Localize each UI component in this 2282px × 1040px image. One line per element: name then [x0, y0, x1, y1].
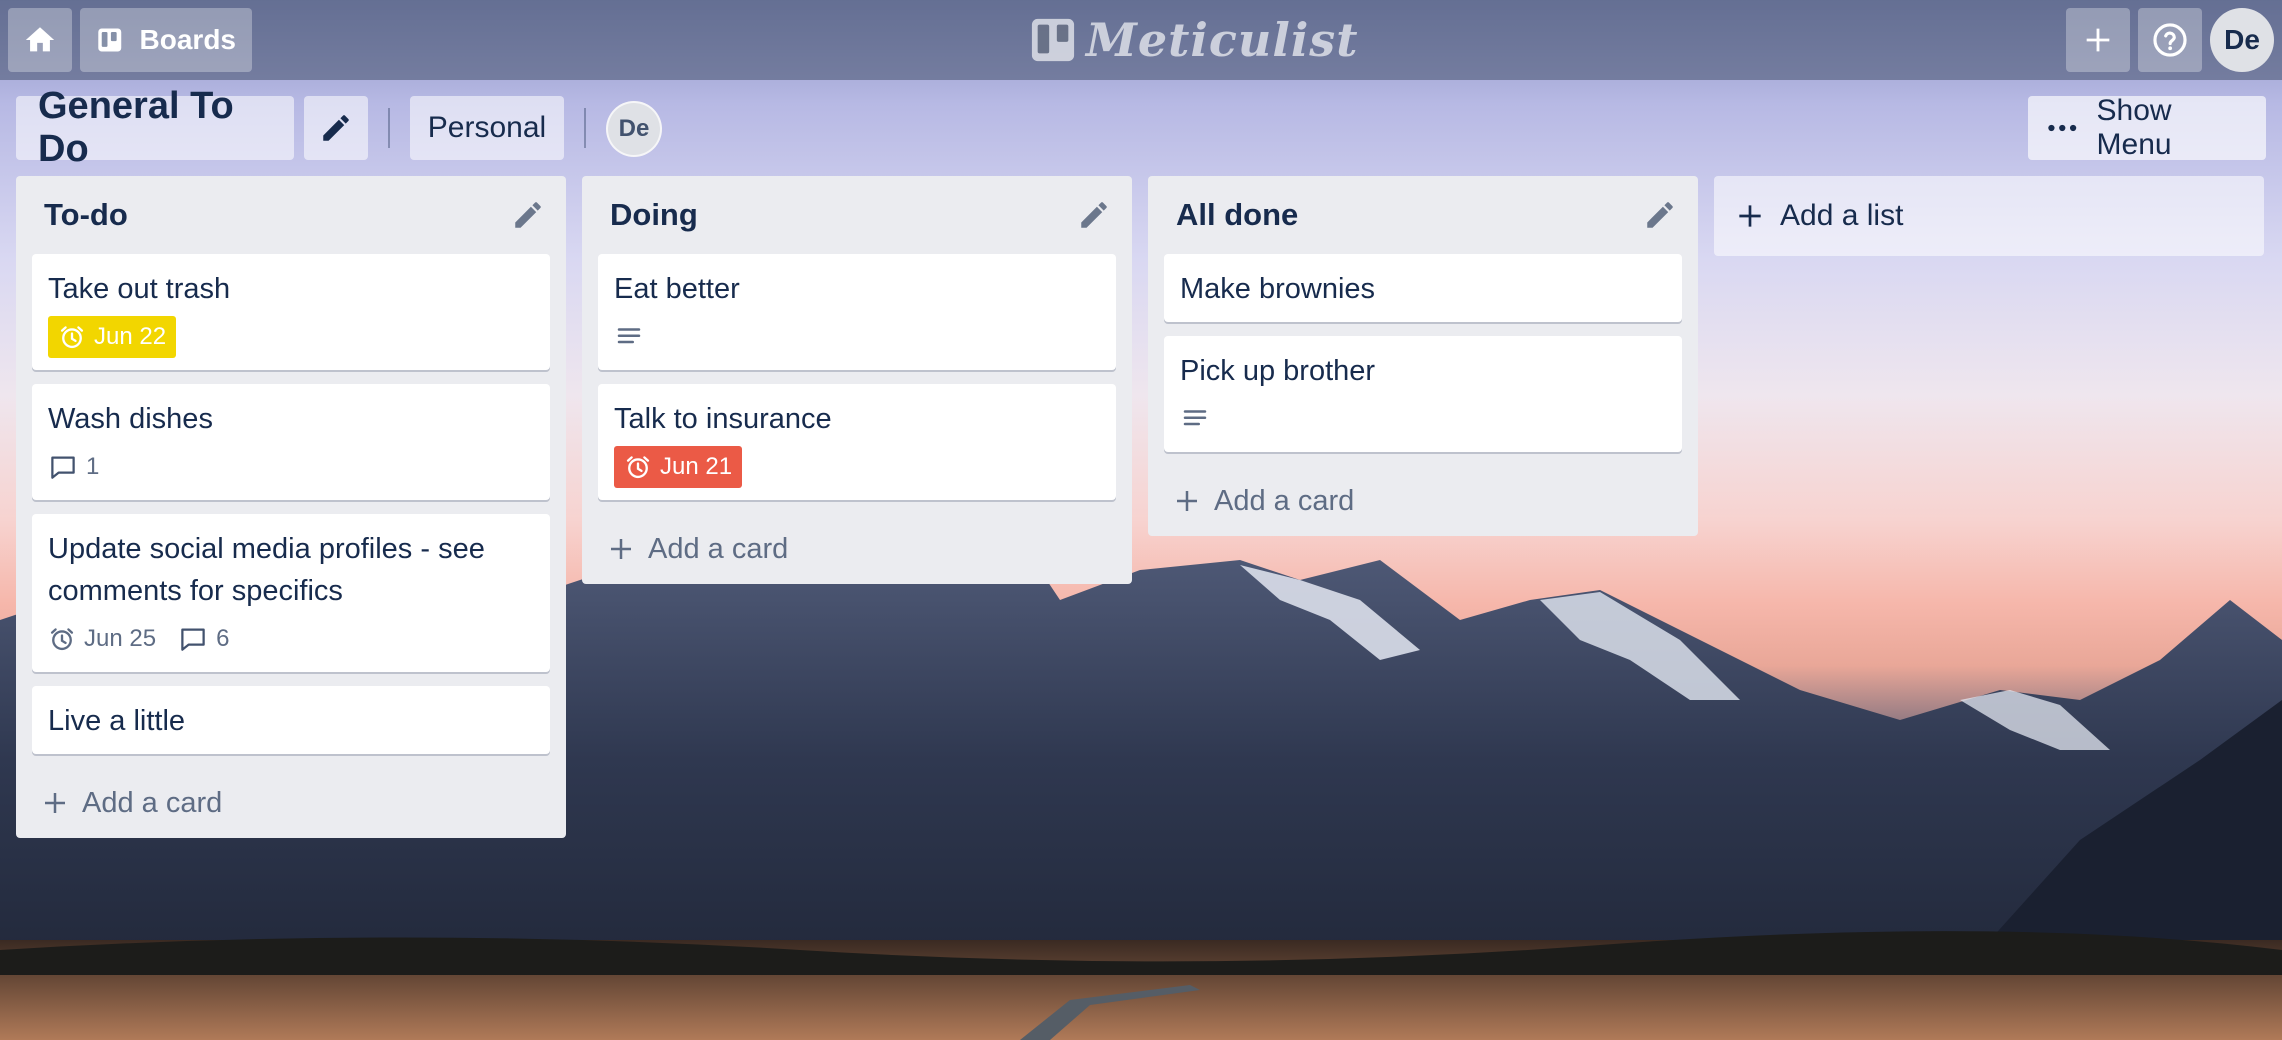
help-icon	[2153, 23, 2187, 57]
add-card-label: Add a card	[82, 786, 223, 819]
clock-icon	[50, 628, 74, 651]
logo-icon	[1031, 18, 1075, 62]
plus-icon	[2086, 28, 2110, 52]
home-button[interactable]	[8, 8, 72, 72]
clock-icon	[626, 456, 650, 479]
show-menu-button[interactable]: Show Menu	[2028, 94, 2266, 161]
due-date-badge[interactable]: Jun 22	[48, 316, 177, 358]
card[interactable]: Talk to insurance Jun 21	[598, 384, 1116, 500]
card-title: Live a little	[48, 705, 186, 737]
comments-badge: 6	[178, 624, 229, 654]
card-title: Pick up brother	[1180, 355, 1376, 387]
plus-icon	[1177, 491, 1197, 511]
due-date-badge[interactable]: Jun 25	[48, 625, 156, 653]
boards-label: Boards	[139, 24, 236, 55]
card[interactable]: Live a little	[32, 686, 550, 754]
comment-icon	[181, 628, 205, 651]
plus-icon	[611, 539, 631, 559]
plus-icon	[1739, 205, 1761, 227]
boards-icon	[98, 28, 122, 52]
home-icon	[25, 27, 55, 52]
due-date-text: Jun 25	[84, 625, 157, 652]
list-all-done: All done Make brownies Pick up brother A…	[1148, 176, 1698, 536]
add-card-button[interactable]: Add a card	[16, 768, 566, 838]
add-card-label: Add a card	[1214, 484, 1355, 517]
card-title: Update social media profiles - see comme…	[48, 533, 485, 607]
more-dots-icon	[2048, 124, 2077, 132]
card[interactable]: Pick up brother	[1164, 336, 1682, 452]
pencil-icon	[1081, 202, 1107, 228]
board-visibility-button[interactable]: Personal	[410, 96, 564, 160]
due-date-badge[interactable]: Jun 21	[614, 446, 743, 488]
logo-text: Meticulist	[1086, 13, 1359, 67]
comment-icon	[51, 456, 75, 479]
card[interactable]: Update social media profiles - see comme…	[32, 514, 550, 672]
due-date-text: Jun 21	[660, 453, 733, 480]
edit-list-button[interactable]	[504, 191, 552, 239]
card-title: Eat better	[614, 273, 740, 305]
card[interactable]: Eat better	[598, 254, 1116, 370]
show-menu-label: Show Menu	[2096, 94, 2172, 161]
comment-count: 6	[216, 625, 230, 652]
card[interactable]: Make brownies	[1164, 254, 1682, 322]
card-title: Wash dishes	[48, 403, 213, 435]
plus-icon	[45, 793, 65, 813]
add-list-button[interactable]: Add a list	[1714, 176, 2264, 256]
header-divider	[584, 108, 586, 148]
add-card-label: Add a card	[648, 532, 789, 565]
description-icon	[617, 328, 641, 344]
card[interactable]: Wash dishes 1	[32, 384, 550, 500]
add-card-button[interactable]: Add a card	[582, 514, 1132, 584]
boards-button[interactable]: Boards	[80, 8, 252, 72]
create-button[interactable]	[2066, 8, 2130, 72]
board-member-avatar[interactable]: De	[606, 101, 662, 157]
help-button[interactable]	[2138, 8, 2202, 72]
comments-badge: 1	[48, 452, 99, 482]
pencil-icon	[515, 202, 541, 228]
user-avatar[interactable]: De	[2210, 8, 2274, 72]
card[interactable]: Take out trash Jun 22	[32, 254, 550, 370]
clock-icon	[60, 326, 84, 349]
edit-list-button[interactable]	[1070, 191, 1118, 239]
list-title[interactable]: Doing	[610, 197, 698, 233]
list-title[interactable]: All done	[1176, 197, 1298, 233]
add-list-label: Add a list	[1780, 199, 1904, 232]
top-navigation-bar: Boards Meticulist De	[0, 0, 2282, 80]
description-badge	[1180, 404, 1210, 434]
app-logo[interactable]: Meticulist	[1030, 12, 1358, 68]
list-title[interactable]: To-do	[44, 197, 128, 233]
card-title: Make brownies	[1180, 273, 1376, 305]
edit-list-button[interactable]	[1636, 191, 1684, 239]
description-badge	[614, 322, 644, 352]
pencil-icon	[323, 115, 349, 141]
board-title[interactable]: General To Do	[16, 85, 294, 170]
header-divider	[388, 108, 390, 148]
list-to-do: To-do Take out trash Jun 22 Wash dishes …	[16, 176, 566, 838]
list-doing: Doing Eat better Talk to insurance Jun 2…	[582, 176, 1132, 584]
edit-board-button[interactable]	[304, 96, 368, 160]
description-icon	[1183, 410, 1207, 426]
comment-count: 1	[86, 453, 100, 480]
card-title: Talk to insurance	[614, 403, 832, 435]
add-card-button[interactable]: Add a card	[1148, 466, 1698, 536]
card-title: Take out trash	[48, 273, 231, 305]
due-date-text: Jun 22	[94, 323, 167, 350]
pencil-icon	[1647, 202, 1673, 228]
